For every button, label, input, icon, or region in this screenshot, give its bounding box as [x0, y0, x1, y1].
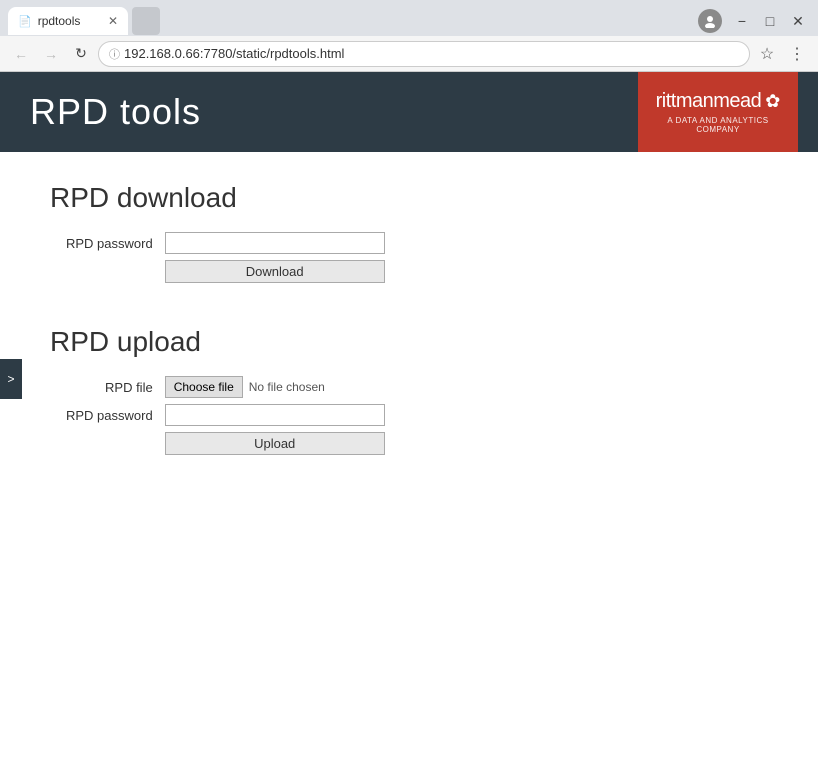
tab-icon: 📄: [18, 15, 32, 28]
download-password-label: RPD password: [60, 229, 159, 257]
upload-button[interactable]: Upload: [165, 432, 385, 455]
tab-close-button[interactable]: ✕: [108, 14, 118, 28]
upload-section: RPD upload RPD file Choose file No file …: [50, 326, 768, 458]
menu-button[interactable]: ⋮: [784, 41, 810, 67]
no-file-text: No file chosen: [249, 380, 325, 394]
file-input-wrapper: Choose file No file chosen: [165, 376, 385, 398]
close-button[interactable]: ✕: [786, 9, 810, 33]
address-text: 192.168.0.66:7780/static/rpdtools.html: [124, 46, 344, 61]
brand-icon: ✿: [765, 91, 780, 112]
download-form: RPD password Download: [60, 229, 391, 286]
sidebar-toggle-button[interactable]: >: [0, 359, 22, 399]
download-password-input[interactable]: [165, 232, 385, 254]
upload-form: RPD file Choose file No file chosen RPD …: [60, 373, 391, 458]
main-content: RPD download RPD password Download RPD: [0, 152, 818, 528]
brand-sub: A DATA AND ANALYTICS COMPANY: [648, 116, 788, 134]
page-header: RPD tools rittmanmead ✿ A DATA AND ANALY…: [0, 72, 818, 152]
brand-logo: rittmanmead ✿ A DATA AND ANALYTICS COMPA…: [638, 72, 798, 152]
download-section: RPD download RPD password Download: [50, 182, 768, 286]
choose-file-button[interactable]: Choose file: [165, 376, 243, 398]
upload-password-input[interactable]: [165, 404, 385, 426]
file-label: RPD file: [60, 373, 159, 401]
maximize-button[interactable]: □: [758, 9, 782, 33]
brand-name: rittmanmead: [656, 90, 762, 113]
upload-section-title: RPD upload: [50, 326, 768, 358]
page-title: RPD tools: [30, 91, 201, 133]
address-bar[interactable]: ⓘ 192.168.0.66:7780/static/rpdtools.html: [98, 41, 750, 67]
download-section-title: RPD download: [50, 182, 768, 214]
bookmark-button[interactable]: ☆: [754, 41, 780, 67]
back-button[interactable]: ←: [8, 41, 34, 67]
tab-title: rpdtools: [38, 14, 81, 28]
new-tab-button[interactable]: [132, 7, 160, 35]
page-wrapper: RPD tools rittmanmead ✿ A DATA AND ANALY…: [0, 72, 818, 758]
minimize-button[interactable]: −: [730, 9, 754, 33]
user-profile-icon: [698, 9, 722, 33]
download-button[interactable]: Download: [165, 260, 385, 283]
browser-tab[interactable]: 📄 rpdtools ✕: [8, 7, 128, 35]
reload-button[interactable]: ↻: [68, 41, 94, 67]
secure-icon: ⓘ: [109, 46, 120, 62]
upload-password-label: RPD password: [60, 401, 159, 429]
forward-button[interactable]: →: [38, 41, 64, 67]
